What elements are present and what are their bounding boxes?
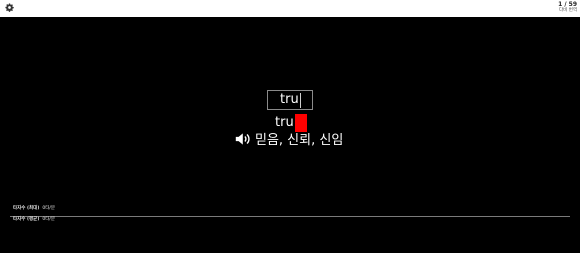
mode-label: 다비 번역 xyxy=(559,8,577,13)
word-input[interactable]: tru xyxy=(267,90,313,110)
typed-text: tru xyxy=(275,115,294,130)
stat-value: 0타/분 xyxy=(42,217,56,222)
top-bar: 1 / 59 다비 번역 xyxy=(0,0,580,17)
speaker-icon[interactable] xyxy=(235,132,252,146)
stat-label: 타자수 (최대) xyxy=(13,206,40,211)
progress-counter: 1 / 59 다비 번역 xyxy=(558,2,577,14)
bottom-bar xyxy=(0,253,580,278)
typing-stage: tru tru 믿음, 신뢰, 신임 xyxy=(0,17,580,253)
word-input-value: tru xyxy=(280,92,299,107)
meaning-text: 믿음, 신뢰, 신임 xyxy=(255,133,344,148)
error-block xyxy=(294,114,307,132)
typed-feedback: tru xyxy=(275,114,307,132)
stat-value: 0타/분 xyxy=(42,206,56,211)
stat-avg-speed: 타자수 (평균) 0타/분 xyxy=(13,217,55,223)
stat-label: 타자수 (평균) xyxy=(13,217,40,222)
text-caret xyxy=(300,93,301,108)
divider xyxy=(10,216,570,217)
gear-icon[interactable] xyxy=(5,3,14,12)
meaning-row: 믿음, 신뢰, 신임 xyxy=(235,132,343,150)
stat-max-speed: 타자수 (최대) 0타/분 xyxy=(13,206,55,212)
